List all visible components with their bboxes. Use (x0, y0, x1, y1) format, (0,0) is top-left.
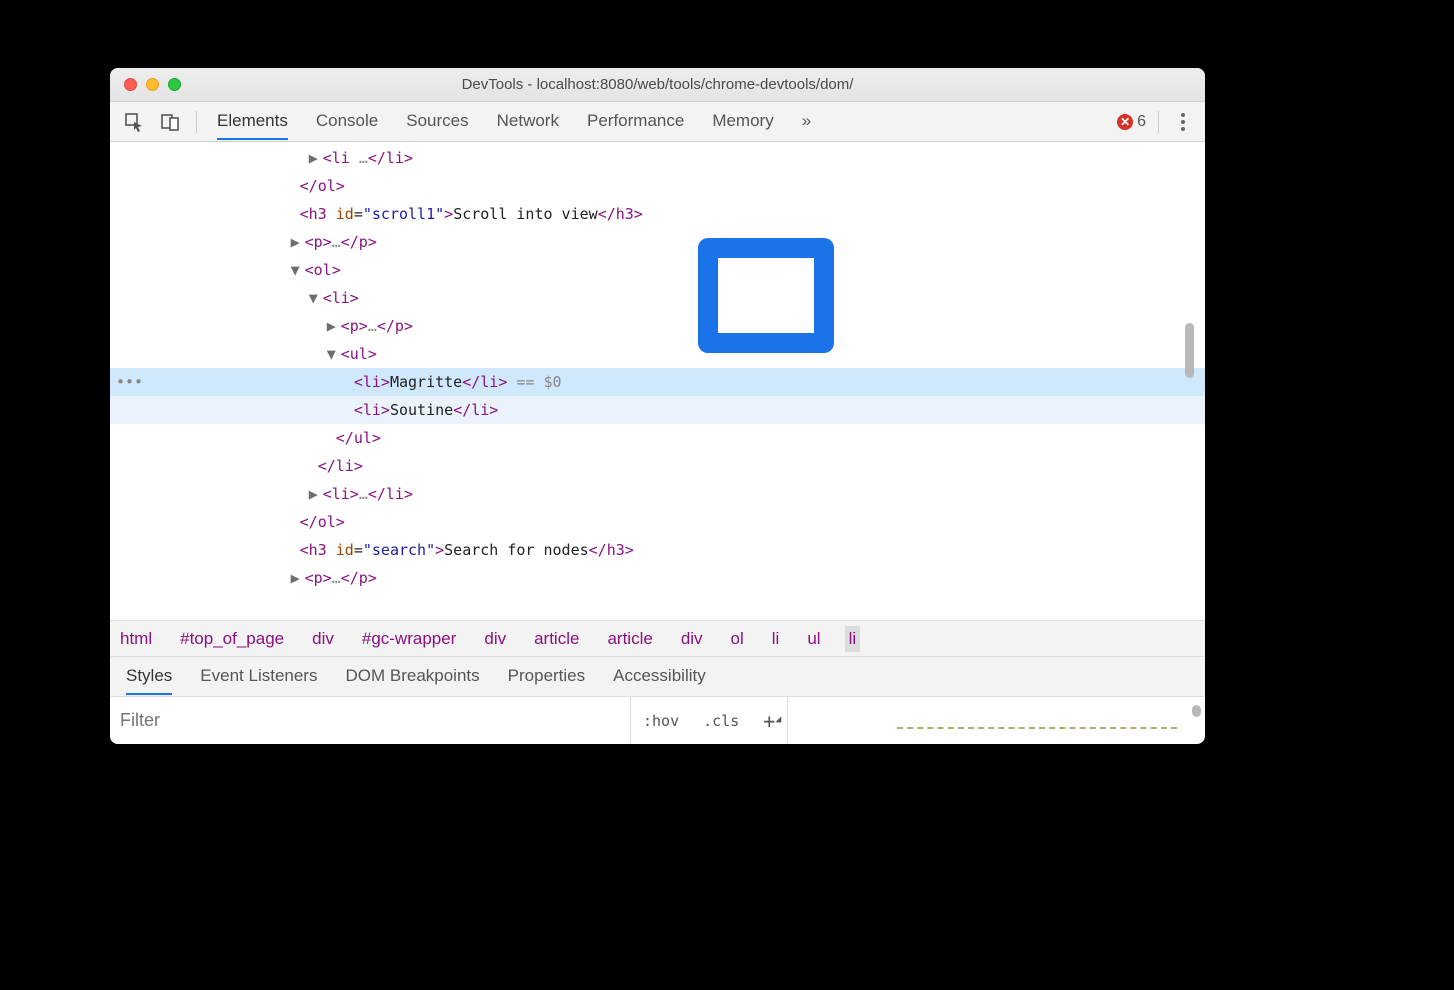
dom-node[interactable]: </li> (110, 452, 1205, 480)
dom-node[interactable]: ▶<p>…</p> (110, 228, 1205, 256)
error-badge[interactable]: ✕ 6 (1117, 113, 1146, 131)
sidebar-tabs: Styles Event Listeners DOM Breakpoints P… (110, 656, 1205, 696)
dom-node[interactable]: <li>Soutine</li> (110, 396, 1205, 424)
titlebar: DevTools - localhost:8080/web/tools/chro… (110, 68, 1205, 102)
overlay-square-icon (698, 238, 834, 353)
tab-sources[interactable]: Sources (406, 105, 468, 138)
close-button[interactable] (124, 78, 137, 91)
dom-node[interactable]: </ol> (110, 508, 1205, 536)
styles-filter-input[interactable] (110, 697, 630, 744)
dom-node[interactable]: <h3 id="search">Search for nodes</h3> (110, 536, 1205, 564)
new-style-button[interactable]: +◢ (751, 709, 787, 733)
tab-network[interactable]: Network (497, 105, 559, 138)
crumb[interactable]: article (530, 626, 583, 652)
dom-node[interactable]: <h3 id="scroll1">Scroll into view</h3> (110, 200, 1205, 228)
styles-toolbar: :hov .cls +◢ (110, 696, 1205, 744)
subtab-properties[interactable]: Properties (508, 660, 585, 693)
subtab-accessibility[interactable]: Accessibility (613, 660, 706, 693)
dom-node[interactable]: </ul> (110, 424, 1205, 452)
window-controls (124, 78, 181, 91)
subtab-event-listeners[interactable]: Event Listeners (200, 660, 317, 693)
crumb-current[interactable]: li (845, 626, 861, 652)
dom-node[interactable]: ▼<li> (110, 284, 1205, 312)
styles-pane (787, 697, 1205, 744)
tab-elements[interactable]: Elements (217, 105, 288, 138)
crumb[interactable]: li (768, 626, 784, 652)
tab-console[interactable]: Console (316, 105, 378, 138)
crumb[interactable]: div (480, 626, 510, 652)
crumb[interactable]: ul (803, 626, 824, 652)
dom-node[interactable]: ▶<p>…</p> (110, 564, 1205, 592)
dots-icon[interactable]: ••• (116, 368, 143, 396)
crumb[interactable]: article (603, 626, 656, 652)
crumb[interactable]: #gc-wrapper (358, 626, 461, 652)
crumb[interactable]: html (116, 626, 156, 652)
dom-node[interactable]: ▼<ol> (110, 256, 1205, 284)
panel-tabs: Elements Console Sources Network Perform… (217, 105, 1109, 138)
crumb[interactable]: div (677, 626, 707, 652)
dom-node-selected[interactable]: ••• <li>Magritte</li> == $0 (110, 368, 1205, 396)
menu-icon[interactable] (1171, 113, 1195, 131)
window-title: DevTools - localhost:8080/web/tools/chro… (110, 76, 1205, 93)
inspect-icon[interactable] (120, 108, 148, 136)
separator (1158, 111, 1159, 133)
box-model-fragment (897, 727, 1177, 733)
devtools-window: DevTools - localhost:8080/web/tools/chro… (110, 68, 1205, 744)
subtab-styles[interactable]: Styles (126, 660, 172, 693)
dom-node[interactable]: ▶<li>…</li> (110, 480, 1205, 508)
dom-node[interactable]: </ol> (110, 172, 1205, 200)
cls-toggle[interactable]: .cls (691, 712, 751, 730)
error-count: 6 (1137, 113, 1146, 131)
scrollbar-thumb[interactable] (1192, 705, 1201, 717)
separator (196, 111, 197, 133)
device-icon[interactable] (156, 108, 184, 136)
crumb[interactable]: #top_of_page (176, 626, 288, 652)
crumb[interactable]: ol (727, 626, 748, 652)
dom-node[interactable]: ▶<li …</li> (110, 144, 1205, 172)
minimize-button[interactable] (146, 78, 159, 91)
maximize-button[interactable] (168, 78, 181, 91)
hov-toggle[interactable]: :hov (631, 712, 691, 730)
error-icon: ✕ (1117, 114, 1133, 130)
scrollbar-thumb[interactable] (1185, 323, 1194, 378)
tab-more[interactable]: » (802, 105, 811, 138)
main-toolbar: Elements Console Sources Network Perform… (110, 102, 1205, 142)
subtab-dom-breakpoints[interactable]: DOM Breakpoints (345, 660, 479, 693)
breadcrumb: html #top_of_page div #gc-wrapper div ar… (110, 620, 1205, 656)
scrollbar[interactable] (1186, 150, 1198, 590)
dom-node[interactable]: ▼<ul> (110, 340, 1205, 368)
crumb[interactable]: div (308, 626, 338, 652)
tab-memory[interactable]: Memory (712, 105, 773, 138)
styles-toggles: :hov .cls +◢ (630, 697, 787, 744)
tab-performance[interactable]: Performance (587, 105, 684, 138)
dom-node[interactable]: ▶<p>…</p> (110, 312, 1205, 340)
dom-tree[interactable]: ▶<li …</li> </ol> <h3 id="scroll1">Scrol… (110, 142, 1205, 620)
